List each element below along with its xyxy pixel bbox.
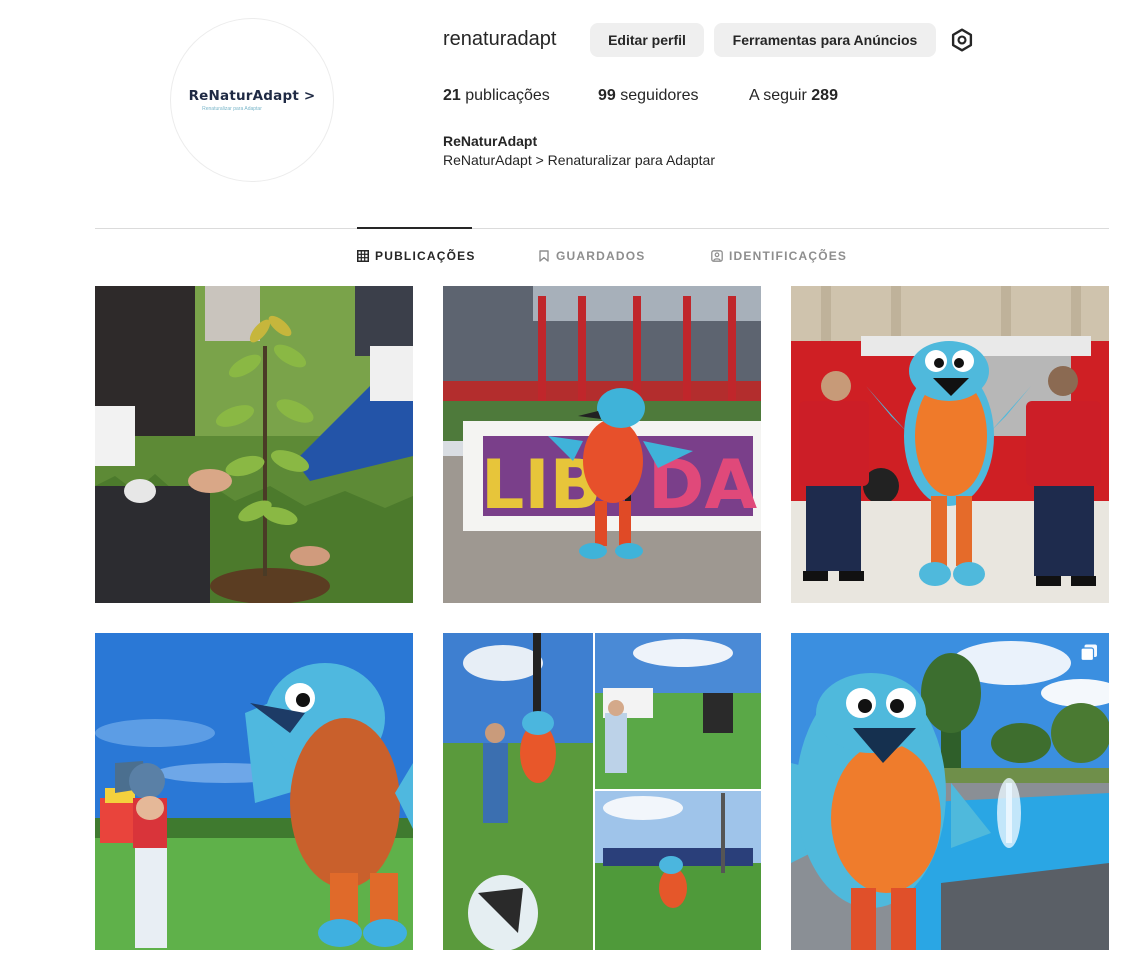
ad-tools-button[interactable]: Ferramentas para Anúncios <box>714 23 936 57</box>
tab-saved[interactable]: GUARDADOS <box>538 249 645 263</box>
gear-icon[interactable] <box>949 27 975 53</box>
posts-label: publicações <box>465 87 550 104</box>
tab-posts-label: PUBLICAÇÕES <box>375 249 476 263</box>
tab-posts[interactable]: PUBLICAÇÕES <box>357 249 476 263</box>
profile-avatar[interactable]: ReNaturAdapt > Renaturalizar para Adapta… <box>170 18 334 182</box>
following-label: A seguir <box>749 87 807 104</box>
post-image-collage <box>443 633 761 950</box>
posts-count: 21 <box>443 87 461 104</box>
post-thumbnail[interactable] <box>95 286 413 603</box>
edit-profile-button[interactable]: Editar perfil <box>590 23 704 57</box>
avatar-brand-text: ReNaturAdapt > <box>188 88 316 104</box>
following-count: 289 <box>811 87 838 104</box>
post-thumbnail[interactable] <box>443 633 761 950</box>
tabs-divider <box>95 228 1109 229</box>
post-thumbnail[interactable] <box>95 633 413 950</box>
avatar-tagline: Renaturalizar para Adaptar <box>202 106 262 112</box>
instagram-profile-page: ReNaturAdapt > Renaturalizar para Adapta… <box>0 0 1134 964</box>
post-thumbnail[interactable]: LIB DA <box>443 286 761 603</box>
post-thumbnail[interactable] <box>791 633 1109 950</box>
post-image-child-park <box>95 633 413 950</box>
followers-stat[interactable]: 99 seguidores <box>598 87 699 105</box>
post-image-graffiti: LIB DA <box>443 286 761 603</box>
grid-icon <box>357 250 369 262</box>
bookmark-icon <box>539 250 549 262</box>
followers-label: seguidores <box>620 87 699 104</box>
post-image-firefighters <box>791 286 1109 603</box>
following-stat[interactable]: A seguir 289 <box>749 87 838 105</box>
tab-tagged[interactable]: IDENTIFICAÇÕES <box>711 249 847 263</box>
post-thumbnail[interactable] <box>791 286 1109 603</box>
followers-count: 99 <box>598 87 616 104</box>
tab-tagged-label: IDENTIFICAÇÕES <box>729 249 848 263</box>
bio-text: ReNaturAdapt > Renaturalizar para Adapta… <box>443 152 715 168</box>
carousel-icon <box>1080 644 1097 662</box>
bio-name: ReNaturAdapt <box>443 133 538 149</box>
tag-user-icon <box>711 250 723 262</box>
active-tab-indicator <box>357 227 472 229</box>
profile-username: renaturadapt <box>443 28 557 50</box>
post-image-planting <box>95 286 413 603</box>
tab-saved-label: GUARDADOS <box>556 249 646 263</box>
posts-stat: 21 publicações <box>443 87 550 105</box>
post-image-fountain <box>791 633 1109 950</box>
